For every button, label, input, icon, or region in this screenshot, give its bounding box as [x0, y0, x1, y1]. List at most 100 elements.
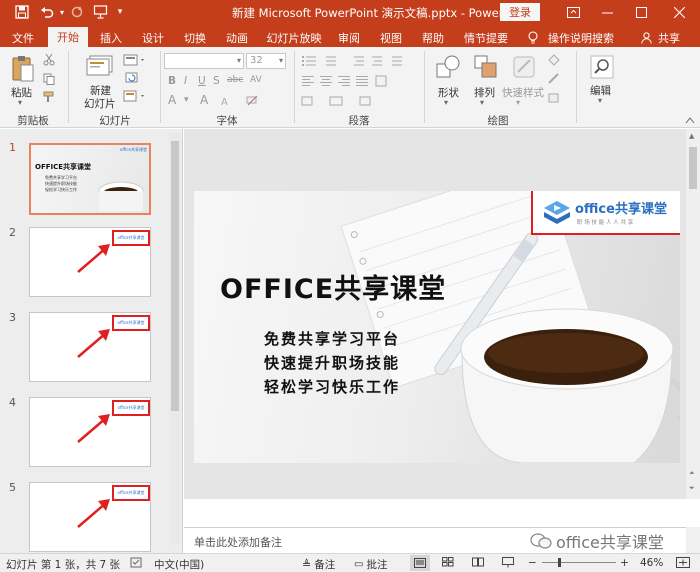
collapse-ribbon-icon[interactable] — [684, 115, 696, 125]
tab-review[interactable]: 审阅 — [332, 28, 366, 47]
zoom-in-icon[interactable]: + — [620, 557, 629, 569]
shape-label[interactable]: 形状 — [438, 85, 459, 100]
new-slide-icon[interactable] — [86, 53, 114, 79]
tab-file[interactable]: 文件 — [4, 28, 42, 47]
tab-transitions[interactable]: 切换 — [178, 28, 212, 47]
tab-animations[interactable]: 动画 — [220, 28, 254, 47]
reset-icon[interactable] — [122, 71, 142, 85]
scroll-up-icon[interactable]: ▲ — [689, 132, 694, 140]
section-icon[interactable] — [122, 89, 148, 103]
strikethrough-button[interactable]: abc — [227, 75, 243, 85]
arrange-label[interactable]: 排列 — [474, 85, 495, 100]
clear-format-icon[interactable] — [244, 93, 260, 107]
divider — [160, 51, 161, 123]
tab-home[interactable]: 开始 — [48, 27, 88, 47]
scrollbar-thumb[interactable] — [171, 141, 179, 411]
tab-help[interactable]: 帮助 — [416, 28, 450, 47]
thumbnail-scrollbar[interactable] — [170, 133, 180, 545]
list-buttons-icon[interactable] — [300, 53, 410, 69]
slide-sorter-icon[interactable] — [442, 557, 454, 567]
current-slide[interactable]: office共享课堂 职 场 技 能 人 人 共 享 OFFICE共享课堂 免费… — [194, 191, 680, 463]
quick-styles-label[interactable]: 快速样式 — [502, 85, 544, 100]
shape-outline-icon[interactable] — [546, 72, 562, 86]
undo-icon[interactable] — [36, 3, 58, 21]
share-button[interactable]: 共享 — [656, 28, 682, 47]
slide-thumbnail-3[interactable]: office共享课堂 — [29, 312, 151, 382]
customize-icon[interactable]: ▾ — [114, 3, 126, 21]
slide-scrollbar[interactable]: ▲ ⏶ ⏷ — [686, 129, 700, 499]
undo-dropdown-icon[interactable]: ▾ — [58, 3, 66, 21]
text-direction-icon[interactable] — [300, 93, 410, 109]
tab-insert[interactable]: 插入 — [94, 28, 128, 47]
font-family-select[interactable]: ▾ — [164, 53, 244, 69]
red-arrow-icon — [77, 329, 110, 358]
slide-thumbnail-4[interactable]: office共享课堂 — [29, 397, 151, 467]
zoom-out-icon[interactable]: − — [528, 557, 537, 569]
char-spacing-button[interactable]: AV — [250, 75, 262, 85]
font-color-dropdown[interactable]: ▾ — [184, 95, 189, 105]
quick-styles-dropdown-icon[interactable]: ▾ — [516, 98, 520, 107]
notes-placeholder[interactable]: 单击此处添加备注 — [194, 534, 282, 550]
find-icon[interactable] — [588, 53, 616, 81]
slideshow-icon[interactable] — [502, 557, 514, 568]
edit-dropdown-icon[interactable]: ▾ — [598, 96, 602, 105]
font-color-button[interactable]: A — [168, 93, 176, 107]
fit-to-window-icon[interactable] — [676, 557, 690, 568]
prev-slide-icon[interactable]: ⏶ — [689, 469, 695, 478]
cut-icon[interactable] — [42, 53, 56, 67]
reading-view-icon[interactable] — [472, 557, 484, 567]
zoom-level[interactable]: 46% — [640, 557, 663, 569]
shape-fill-icon[interactable] — [546, 53, 562, 67]
normal-view-icon[interactable] — [410, 555, 430, 571]
slide-thumbnail-5[interactable]: office共享课堂 — [29, 482, 151, 552]
minimize-icon[interactable] — [590, 0, 624, 25]
zoom-slider-thumb[interactable] — [558, 558, 561, 567]
paste-dropdown-icon[interactable]: ▾ — [18, 98, 22, 107]
shape-dropdown-icon[interactable]: ▾ — [444, 98, 448, 107]
arrange-dropdown-icon[interactable]: ▾ — [480, 98, 484, 107]
tab-view[interactable]: 视图 — [374, 28, 408, 47]
grow-font-button[interactable]: A — [200, 93, 208, 107]
spell-check-icon[interactable] — [130, 557, 142, 568]
slide-title[interactable]: OFFICE共享课堂 — [220, 267, 446, 306]
format-painter-icon[interactable] — [42, 90, 56, 104]
arrange-icon[interactable] — [472, 53, 500, 81]
copy-icon[interactable] — [42, 72, 56, 86]
maximize-icon[interactable] — [624, 0, 658, 25]
tab-storyboard[interactable]: 情节提要 — [458, 28, 514, 47]
notes-scrollbar[interactable] — [686, 527, 700, 553]
shapes-icon[interactable] — [434, 53, 462, 81]
slide-thumbnail-2[interactable]: office共享课堂 — [29, 227, 151, 297]
italic-button[interactable]: I — [184, 75, 187, 87]
shrink-font-icon[interactable]: A — [220, 93, 236, 107]
lightbulb-icon — [524, 28, 542, 47]
save-icon[interactable] — [12, 3, 32, 21]
bold-button[interactable]: B — [168, 75, 176, 87]
tab-design[interactable]: 设计 — [136, 28, 170, 47]
login-button[interactable]: 登录 — [500, 3, 540, 21]
ribbon-display-icon[interactable] — [556, 0, 590, 25]
next-slide-icon[interactable]: ⏷ — [689, 484, 695, 493]
slide-body-text[interactable]: 免费共享学习平台 快速提升职场技能 轻松学习快乐工作 — [264, 327, 400, 399]
font-size-select[interactable]: 32 ▾ — [246, 53, 286, 69]
quick-styles-icon[interactable] — [510, 53, 538, 81]
close-icon[interactable] — [662, 0, 696, 25]
present-icon[interactable] — [90, 3, 110, 21]
notes-toggle[interactable]: ≜ 备注 — [302, 557, 335, 572]
layout-icon[interactable] — [122, 53, 148, 67]
new-slide-label-2[interactable]: 幻灯片 — [84, 96, 116, 111]
comments-toggle[interactable]: ▭ 批注 — [354, 557, 387, 572]
language-indicator[interactable]: 中文(中国) — [154, 557, 204, 572]
redo-icon[interactable] — [68, 3, 86, 21]
tell-me-search[interactable]: 操作说明搜索 — [546, 28, 616, 47]
underline-button[interactable]: U — [198, 75, 206, 87]
scrollbar-thumb[interactable] — [689, 147, 697, 189]
paste-icon[interactable] — [10, 53, 36, 85]
chevron-down-icon: ▾ — [278, 56, 283, 65]
slide-thumbnail-1[interactable]: office共享课堂 OFFICE共享课堂 免费共享学习平台 快速提升职场技能 … — [29, 143, 151, 215]
zoom-slider[interactable] — [542, 562, 616, 563]
shadow-button[interactable]: S — [213, 75, 220, 87]
align-buttons-icon[interactable] — [300, 73, 410, 89]
tab-slideshow[interactable]: 幻灯片放映 — [262, 28, 326, 47]
shape-effects-icon[interactable] — [546, 91, 562, 105]
